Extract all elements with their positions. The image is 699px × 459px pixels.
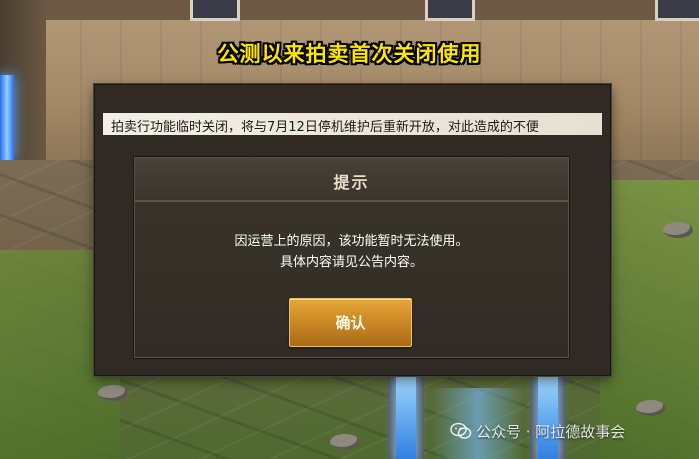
rock [636, 400, 666, 416]
confirm-button[interactable]: 确认 [289, 298, 412, 347]
rock [330, 434, 360, 450]
notice-bar: 拍卖行功能临时关闭，将与7月12日停机维护后重新开放，对此造成的不便 [103, 113, 602, 135]
castle-window [655, 0, 699, 21]
portal-gate-glow [538, 376, 558, 459]
alert-dialog: 提示 因运营上的原因，该功能暂时无法使用。 具体内容请见公告内容。 确认 [134, 157, 569, 358]
rock [98, 385, 128, 401]
dialog-header: 提示 [135, 158, 568, 202]
notice-text: 拍卖行功能临时关闭，将与7月12日停机维护后重新开放，对此造成的不便 [111, 120, 539, 135]
blue-portal [0, 75, 14, 160]
castle-window [425, 0, 475, 21]
dialog-title: 提示 [333, 173, 370, 192]
headline-caption: 公测以来拍卖首次关闭使用 [217, 42, 482, 66]
portal-gate-glow [396, 376, 416, 459]
watermark-text: 公众号 · 阿拉德故事会 [476, 422, 626, 441]
castle-window [190, 0, 240, 21]
rock [663, 222, 693, 238]
dialog-message-line: 因运营上的原因，该功能暂时无法使用。 [234, 234, 469, 249]
wall-ledge [0, 0, 699, 20]
watermark: 公众号 · 阿拉德故事会 [450, 420, 625, 442]
wechat-icon [450, 422, 472, 439]
dialog-message-line: 具体内容请见公告内容。 [279, 255, 423, 270]
